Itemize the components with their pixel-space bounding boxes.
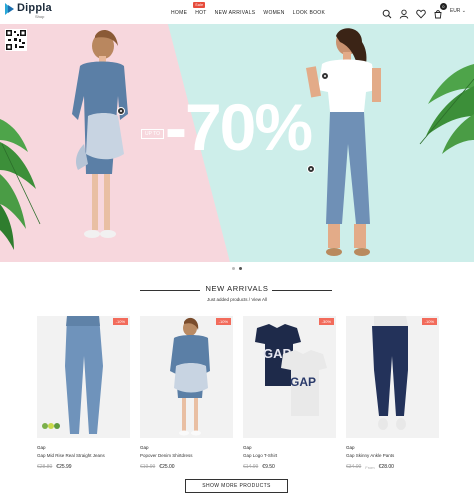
product-grid: -10% Gap Gap Mid Rise Real Straight Jean… <box>37 316 439 470</box>
nav-hot[interactable]: Sale HOT <box>193 2 207 16</box>
current-price: €25.00 <box>159 464 175 470</box>
header-icons: 0 EUR ⌄ <box>382 3 466 19</box>
heart-icon[interactable] <box>416 6 426 19</box>
hotspot-dress[interactable] <box>117 107 125 115</box>
old-price: €34.00 <box>346 464 362 470</box>
svg-text:GAP: GAP <box>290 375 316 389</box>
old-price: €28.80 <box>37 464 53 470</box>
product-image[interactable]: -10% <box>140 316 233 438</box>
subtitle-text: Just added products <box>207 297 248 302</box>
hero-up-to-label: UP TO <box>141 129 165 139</box>
show-more-button[interactable]: SHOW MORE PRODUCTS <box>185 479 288 493</box>
from-label: From <box>365 464 375 470</box>
brand-name: Dippla <box>17 2 52 14</box>
qr-code <box>5 29 27 51</box>
main-nav: HOME Sale HOT NEW ARRIVALS WOMEN LOOK BO… <box>171 2 333 16</box>
product-brand[interactable]: Gap <box>346 445 439 450</box>
product-name[interactable]: Gap Skinny Ankle Pants <box>346 453 439 458</box>
product-brand[interactable]: Gap <box>37 445 130 450</box>
nav-women[interactable]: WOMEN <box>263 10 284 16</box>
product-card[interactable]: GAP GAP -30% Gap Gap Logo T-Shirt €14.99… <box>243 316 336 470</box>
discount-badge: -10% <box>215 318 231 325</box>
page: Dippla Shop HOME Sale HOT NEW ARRIVALS W… <box>0 0 474 497</box>
brand-sub: Shop <box>35 14 45 19</box>
slider-dots <box>232 267 242 270</box>
search-icon[interactable] <box>382 6 392 19</box>
discount-badge: -10% <box>421 318 437 325</box>
current-price: €25.99 <box>56 464 72 470</box>
old-price: €14.99 <box>243 464 259 470</box>
product-card[interactable]: -10% Gap Gap Skinny Ankle Pants €34.00 F… <box>346 316 439 470</box>
current-price: €28.00 <box>378 464 394 470</box>
product-card[interactable]: -10% Gap Gap Mid Rise Real Straight Jean… <box>37 316 130 470</box>
nav-home[interactable]: HOME <box>171 10 187 16</box>
view-all-link[interactable]: View All <box>251 297 267 302</box>
new-arrivals-header: NEW ARRIVALS <box>0 284 474 296</box>
cart-icon[interactable]: 0 <box>433 3 447 19</box>
nav-look-book[interactable]: LOOK BOOK <box>293 10 325 16</box>
product-image[interactable]: -10% <box>37 316 130 438</box>
cart-count-badge: 0 <box>439 3 447 10</box>
product-prices: €19.99 €25.00 <box>140 464 233 470</box>
hero-discount-text: -70% <box>165 90 313 164</box>
slider-dot-2[interactable] <box>239 267 242 270</box>
hero-slider[interactable]: UP TO -70% <box>0 24 474 262</box>
brand-logo[interactable]: Dippla Shop <box>5 3 52 19</box>
currency-selector[interactable]: EUR ⌄ <box>450 8 466 14</box>
product-image[interactable]: -10% <box>346 316 439 438</box>
current-price: €9.50 <box>262 464 275 470</box>
discount-badge: -30% <box>318 318 334 325</box>
user-icon[interactable] <box>399 6 409 19</box>
slider-dot-1[interactable] <box>232 267 235 270</box>
product-card[interactable]: -10% Gap Popover Denim Shirtdress €19.99… <box>140 316 233 470</box>
section-subtitle: Just added products / View All <box>0 297 474 302</box>
section-title: NEW ARRIVALS <box>205 284 269 293</box>
old-price: €19.99 <box>140 464 156 470</box>
product-brand[interactable]: Gap <box>140 445 233 450</box>
product-name[interactable]: Popover Denim Shirtdress <box>140 453 233 458</box>
product-brand[interactable]: Gap <box>243 445 336 450</box>
hotspot-jeans[interactable] <box>307 165 315 173</box>
product-prices: €34.00 From €28.00 <box>346 464 439 470</box>
product-name[interactable]: Gap Logo T-Shirt <box>243 453 336 458</box>
product-prices: €14.99 €9.50 <box>243 464 336 470</box>
product-name[interactable]: Gap Mid Rise Real Straight Jeans <box>37 453 130 458</box>
nav-hot-label: HOT <box>195 10 207 16</box>
sale-badge: Sale <box>193 2 206 8</box>
logo-mark-icon <box>5 3 15 15</box>
product-prices: €28.80 €25.99 <box>37 464 130 470</box>
product-image[interactable]: GAP GAP -30% <box>243 316 336 438</box>
nav-new-arrivals[interactable]: NEW ARRIVALS <box>215 10 256 16</box>
site-header: Dippla Shop HOME Sale HOT NEW ARRIVALS W… <box>0 0 474 24</box>
discount-badge: -10% <box>112 318 128 325</box>
hotspot-tshirt[interactable] <box>321 72 329 80</box>
